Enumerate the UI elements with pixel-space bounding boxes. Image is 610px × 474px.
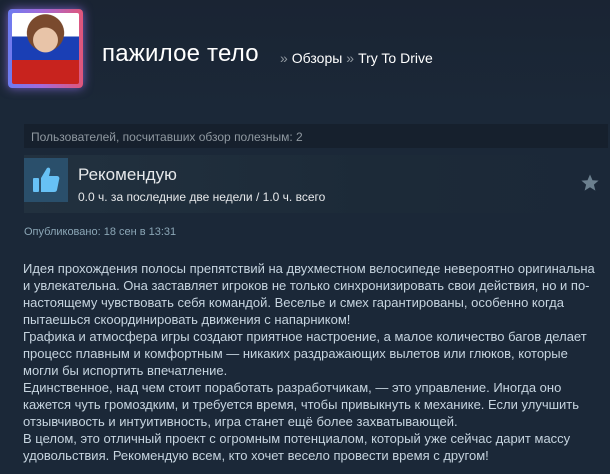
posted-date: Опубликовано: 18 сен в 13:31: [24, 226, 177, 238]
profile-name[interactable]: пажилое тело: [102, 40, 259, 68]
review-body: Идея прохождения полосы препятствий на д…: [23, 260, 603, 464]
review-paragraph: Идея прохождения полосы препятствий на д…: [23, 261, 595, 327]
breadcrumb-separator: »: [346, 50, 355, 66]
review-paragraph: Единственное, над чем стоит поработать р…: [23, 380, 580, 429]
thumbs-up-icon: [24, 158, 68, 202]
profile-header: пажилое тело » Обзоры» Try To Drive: [0, 0, 610, 112]
avatar[interactable]: [8, 9, 83, 88]
breadcrumb: » Обзоры» Try To Drive: [276, 50, 433, 66]
review-paragraph: В целом, это отличный проект с огромным …: [23, 431, 571, 463]
review-paragraph: Графика и атмосфера игры создают приятно…: [23, 329, 587, 378]
breadcrumb-separator: »: [280, 50, 288, 66]
playtime-hours: 0.0 ч. за последние две недели / 1.0 ч. …: [78, 190, 326, 204]
avatar-image: [12, 13, 79, 84]
recommendation-box: Рекомендую 0.0 ч. за последние две недел…: [24, 155, 608, 213]
thumbs-up-glyph: [33, 167, 60, 192]
star-icon[interactable]: [580, 173, 600, 193]
recommendation-label: Рекомендую: [78, 165, 177, 184]
helpful-count: Пользователей, посчитавших обзор полезны…: [24, 124, 608, 148]
breadcrumb-game-link[interactable]: Try To Drive: [358, 50, 433, 66]
breadcrumb-reviews-link[interactable]: Обзоры: [292, 50, 343, 66]
